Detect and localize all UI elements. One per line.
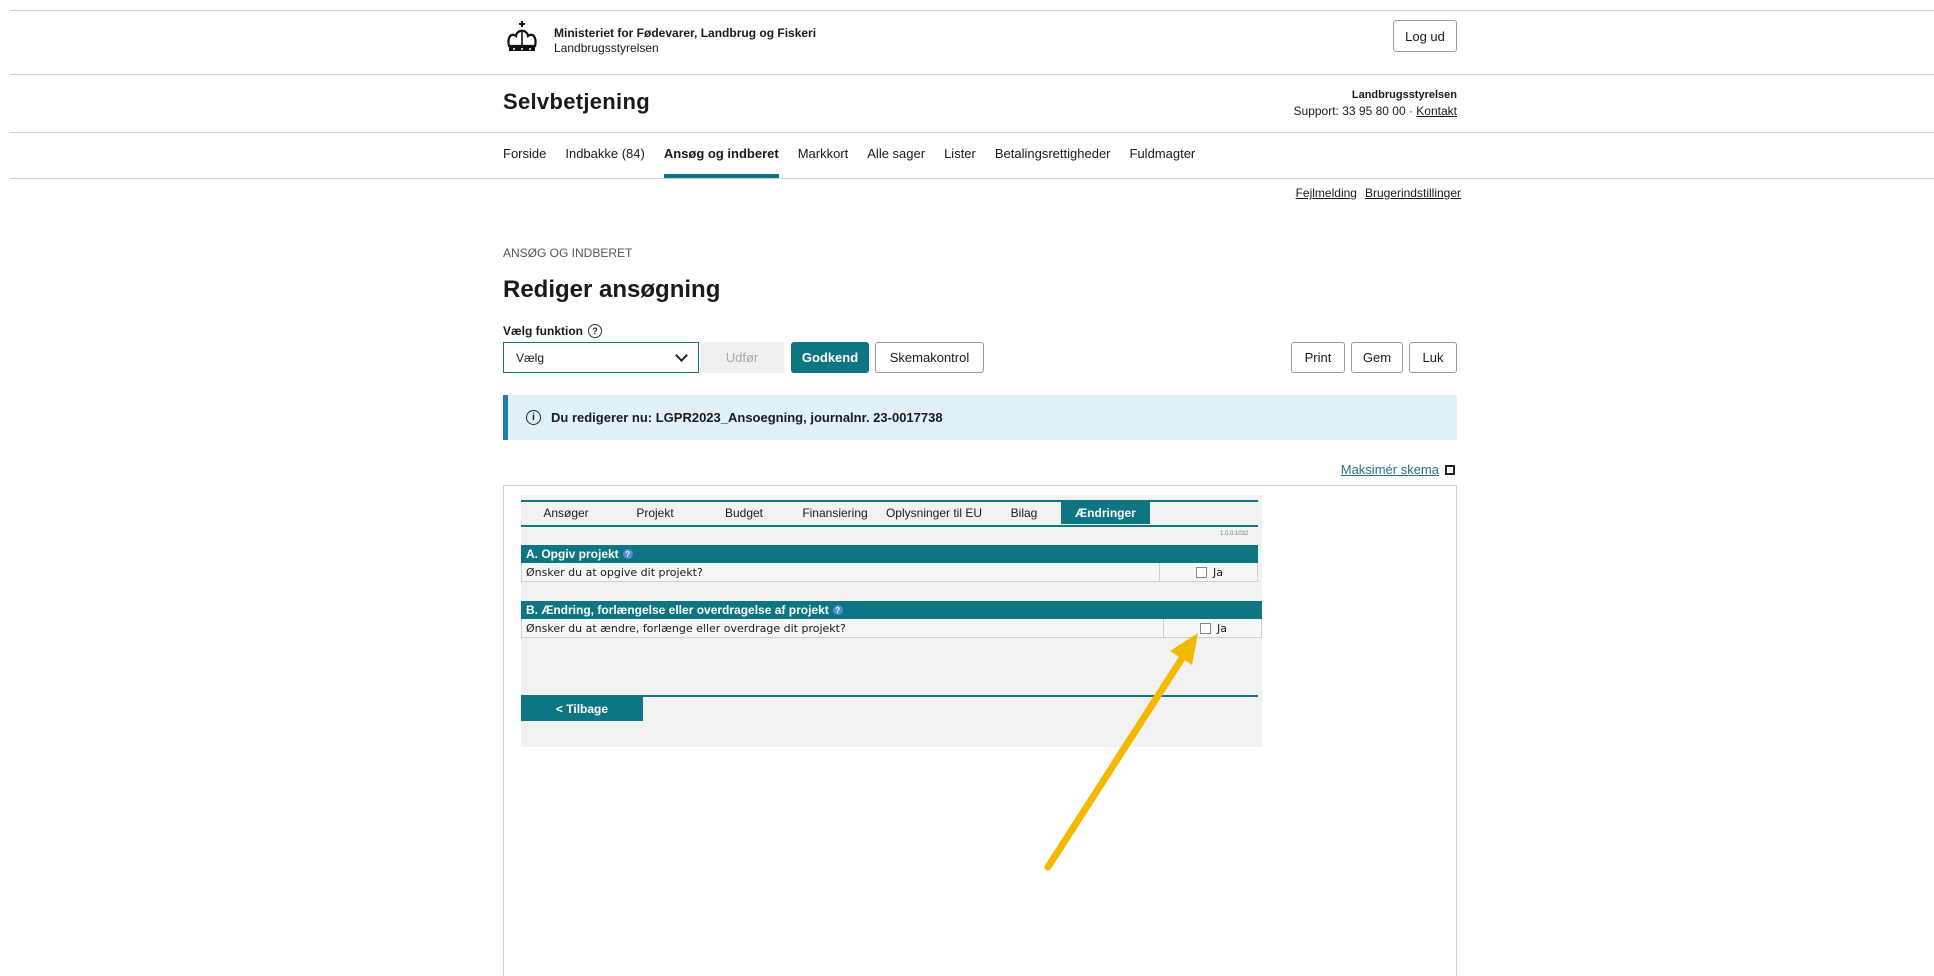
chevron-down-icon (675, 349, 688, 362)
section-a-help-icon[interactable]: ? (622, 549, 633, 559)
tab-changes[interactable]: Ændringer (1061, 502, 1150, 524)
function-select-value: Vælg (516, 350, 545, 365)
nav-item-field-map[interactable]: Markkort (798, 146, 849, 178)
section-a-question-row: Ønsker du at opgive dit projekt? Ja (521, 563, 1258, 582)
crown-logo-icon (507, 21, 537, 51)
org-name: Landbrugsstyrelsen (1351, 89, 1457, 101)
info-banner: i Du redigerer nu: LGPR2023_Ansoegning, … (503, 395, 1457, 440)
app-title: Selvbetjening (503, 89, 650, 114)
form-tabs: Ansøger Projekt Budget Finansiering Oply… (521, 502, 1150, 524)
section-a-yes-label: Ja (1213, 565, 1223, 579)
section-b-header: B. Ændring, forlængelse eller overdragel… (521, 601, 1262, 619)
ministry-subtitle: Landbrugsstyrelsen (554, 41, 659, 55)
nav-item-all-cases[interactable]: Alle sager (867, 146, 925, 178)
utility-links: Fejlmelding Brugerindstillinger (1296, 186, 1461, 200)
tab-budget[interactable]: Budget (699, 502, 789, 524)
schema-check-button[interactable]: Skemakontrol (875, 342, 984, 373)
annotation-arrow-icon (1044, 633, 1198, 871)
function-label: Vælg funktion ? (503, 324, 602, 338)
tab-project[interactable]: Projekt (611, 502, 699, 524)
section-a-title: A. Opgiv projekt (526, 547, 619, 561)
nav-item-forside[interactable]: Forside (503, 146, 546, 178)
maximize-schema[interactable]: Maksimér skema (1341, 462, 1455, 477)
logout-button[interactable]: Log ud (1393, 20, 1457, 52)
section-b-title: B. Ændring, forlængelse eller overdragel… (526, 603, 829, 617)
print-button[interactable]: Print (1291, 342, 1345, 373)
section-b-help-icon[interactable]: ? (832, 605, 843, 615)
nav-item-inbox[interactable]: Indbakke (84) (565, 146, 645, 178)
nav-item-proxies[interactable]: Fuldmagter (1130, 146, 1196, 178)
contact-link[interactable]: Kontakt (1416, 104, 1457, 118)
page-title: Rediger ansøgning (503, 276, 721, 303)
section-a-header: A. Opgiv projekt ? (521, 545, 1258, 563)
nav-item-payment-rights[interactable]: Betalingsrettigheder (995, 146, 1111, 178)
back-button[interactable]: < Tilbage (521, 697, 643, 721)
info-banner-text: Du redigerer nu: LGPR2023_Ansoegning, jo… (551, 410, 943, 425)
tab-financing[interactable]: Finansiering (789, 502, 881, 524)
function-select[interactable]: Vælg (503, 342, 699, 373)
nav-item-apply[interactable]: Ansøg og indberet (663, 146, 779, 178)
save-button[interactable]: Gem (1351, 342, 1403, 373)
support-phone: Support: 33 95 80 00 · (1293, 104, 1417, 118)
breadcrumb: ANSØG OG INDBERET (503, 246, 633, 260)
error-report-link[interactable]: Fejlmelding (1296, 186, 1357, 200)
section-b-question: Ønsker du at ændre, forlænge eller overd… (526, 621, 846, 635)
main-nav: Forside Indbakke (84) Ansøg og indberet … (503, 146, 1214, 178)
support-info: Support: 33 95 80 00 · Kontakt (1294, 104, 1457, 118)
section-a: A. Opgiv projekt ? Ønsker du at opgive d… (521, 545, 1258, 582)
nav-item-lists[interactable]: Lister (944, 146, 976, 178)
tab-attachments[interactable]: Bilag (987, 502, 1061, 524)
user-settings-link[interactable]: Brugerindstillinger (1365, 186, 1461, 200)
tabbar-bottom-line (521, 525, 1258, 527)
section-a-yes-checkbox[interactable] (1196, 566, 1207, 578)
close-button[interactable]: Luk (1409, 342, 1457, 373)
maximize-schema-link[interactable]: Maksimér skema (1341, 462, 1439, 477)
section-a-answer-cell: Ja (1159, 563, 1257, 581)
function-label-text: Vælg funktion (503, 324, 583, 338)
tab-eu-info[interactable]: Oplysninger til EU (881, 502, 987, 524)
info-icon: i (526, 410, 541, 425)
tab-applicant[interactable]: Ansøger (521, 502, 611, 524)
execute-button[interactable]: Udfør (700, 342, 784, 373)
help-icon[interactable]: ? (588, 324, 602, 338)
expand-icon[interactable] (1445, 464, 1455, 475)
ministry-name: Ministeriet for Fødevarer, Landbrug og F… (554, 26, 817, 40)
approve-button[interactable]: Godkend (791, 342, 869, 373)
form-version: 1.0.0.1032 (1220, 531, 1249, 537)
section-a-question: Ønsker du at opgive dit projekt? (526, 565, 703, 579)
